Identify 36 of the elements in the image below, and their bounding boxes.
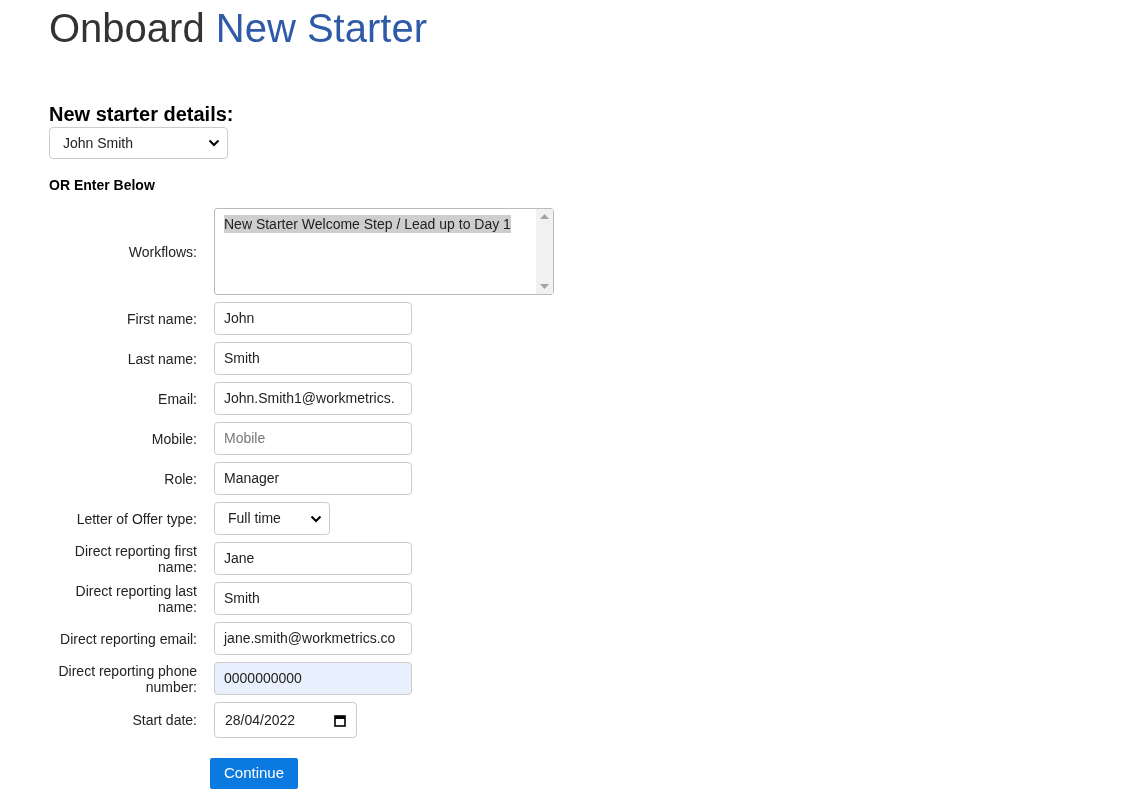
text-input-field[interactable]: Mobile — [214, 422, 412, 455]
continue-button[interactable]: Continue — [210, 758, 299, 789]
field-label: First name: — [126, 310, 197, 327]
page-title: Onboard New Starter — [49, 5, 428, 52]
or-label: OR Enter Below — [49, 176, 156, 195]
field-label: Role: — [163, 470, 197, 487]
field-label: Start date: — [131, 712, 197, 728]
field-label: Direct reporting phone number: — [57, 662, 197, 695]
text-input-field[interactable]: John.Smith1@workmetrics. — [214, 382, 412, 415]
field-label: Last name: — [126, 350, 197, 367]
workflows-listbox[interactable]: New Starter Welcome Step / Lead up to Day 1 — [214, 208, 554, 295]
field-label: Direct reporting last name: — [74, 582, 197, 615]
scroll-down-icon[interactable] — [540, 284, 549, 289]
chevron-down-icon — [208, 139, 220, 147]
chevron-down-icon — [310, 514, 322, 523]
text-input-field[interactable]: Smith — [214, 342, 412, 375]
field-label: Email: — [157, 390, 197, 407]
field-label: Mobile: — [150, 430, 197, 447]
field-label: Letter of Offer type: — [75, 510, 197, 527]
select-dropdown[interactable]: Full time — [214, 502, 330, 535]
scroll-up-icon[interactable] — [540, 214, 549, 219]
text-input-field[interactable]: Manager — [214, 462, 412, 495]
text-input-field[interactable]: Jane — [214, 542, 412, 575]
text-input-field[interactable]: jane.smith@workmetrics.co — [214, 622, 412, 655]
field-label: Workflows: — [127, 243, 197, 260]
section-heading: New starter details: — [49, 102, 235, 126]
text-input-field[interactable]: John — [214, 302, 412, 335]
text-input-field[interactable]: Smith — [214, 582, 412, 615]
starter-select[interactable]: John Smith — [49, 127, 228, 159]
scrollbar[interactable] — [536, 209, 553, 294]
field-label: Direct reporting email: — [59, 630, 197, 647]
field-label: Direct reporting first name: — [73, 542, 197, 575]
text-input-field[interactable]: 0000000000 — [214, 662, 412, 695]
date-input-field[interactable]: 28/04/2022 — [214, 702, 357, 738]
calendar-icon[interactable] — [334, 713, 346, 727]
listbox-option[interactable]: New Starter Welcome Step / Lead up to Day 1 — [224, 215, 511, 233]
